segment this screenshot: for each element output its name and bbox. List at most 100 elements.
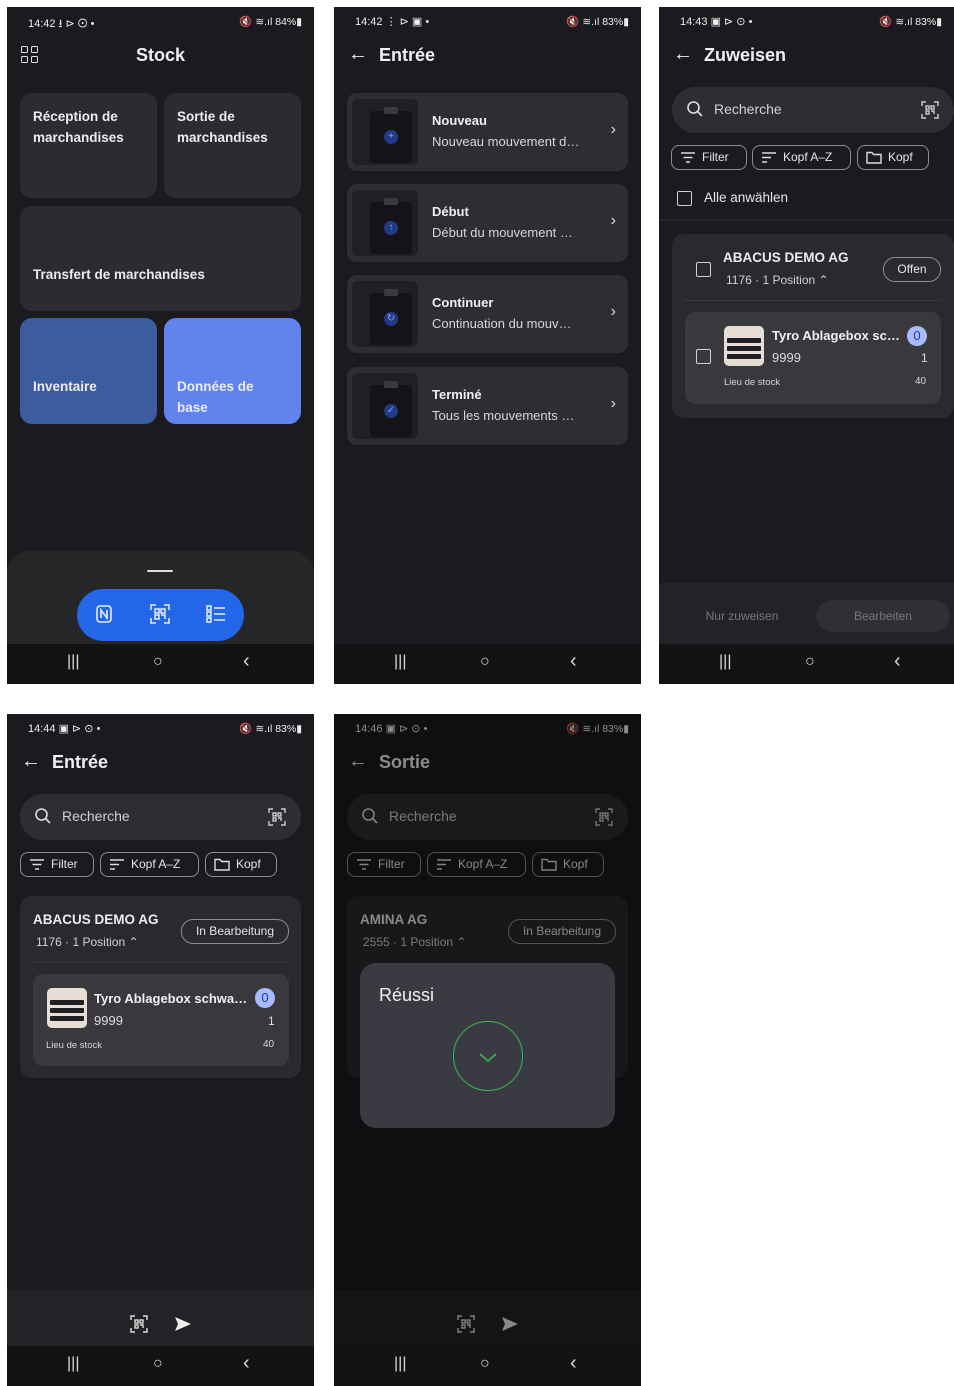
order-subtitle: 1176 · 1 Position ⌃	[36, 935, 139, 949]
back-nav-button[interactable]: ‹	[894, 650, 901, 673]
item-name: Tyro Ablagebox schwa…	[94, 991, 248, 1006]
home-button[interactable]: ○	[480, 1355, 490, 1373]
plus-icon: +	[384, 130, 398, 144]
item-row[interactable]: Tyro Ablagebox sc… 9999 0 1 Lieu de stoc…	[685, 312, 941, 404]
select-all-checkbox[interactable]	[677, 191, 692, 206]
chip-label: Kopf A–Z	[131, 857, 181, 871]
search-input[interactable]: Recherche	[20, 794, 301, 840]
menu-item-title: Continuer	[432, 295, 494, 310]
system-nav-bar: ||| ○ ‹	[7, 1346, 314, 1386]
back-nav-button[interactable]: ‹	[243, 650, 250, 673]
status-time: 14:42 ⋮ ⊳ ▣ •	[355, 16, 430, 28]
success-dialog: Réussi	[360, 963, 615, 1128]
tile-goods-receipt[interactable]: Réception de marchandises	[20, 93, 157, 198]
page-title: Entrée	[379, 45, 436, 65]
order-name: ABACUS DEMO AG	[33, 912, 159, 927]
menu-item-subtitle: Continuation du mouv…	[432, 316, 572, 331]
back-nav-button[interactable]: ‹	[243, 1352, 250, 1375]
send-icon[interactable]	[173, 1314, 193, 1334]
screen-stock: 14:42 ⭳ ⊳ ⊙ • 🔇 ≋.ıl 84%▮ Stock Réceptio…	[7, 7, 314, 684]
status-time: 14:44 ▣ ⊳ ⊙ •	[28, 723, 101, 735]
item-row[interactable]: Tyro Ablagebox schwa… 9999 0 1 Lieu de s…	[33, 974, 289, 1066]
chevron-right-icon: ›	[610, 395, 616, 412]
status-badge[interactable]: Offen	[883, 257, 941, 282]
search-placeholder: Recherche	[714, 101, 782, 117]
qr-scan-icon[interactable]	[149, 603, 171, 625]
home-button[interactable]: ○	[805, 653, 815, 671]
tile-label: Sortie de marchandises	[177, 109, 268, 145]
status-indicators: 🔇 ≋.ıl 83%▮	[239, 723, 302, 735]
status-time: 14:42 ⭳ ⊳ ⊙ •	[28, 18, 95, 30]
search-placeholder: Recherche	[62, 808, 130, 824]
menu-item-continue[interactable]: ↻ Continuer Continuation du mouv… ›	[347, 275, 628, 353]
qr-scan-icon[interactable]	[920, 100, 940, 120]
tile-goods-transfer[interactable]: Transfert de marchandises	[20, 206, 301, 311]
menu-item-title: Nouveau	[432, 113, 487, 128]
divider	[659, 219, 954, 221]
qr-scan-icon[interactable]	[267, 807, 287, 827]
nfc-icon[interactable]	[93, 603, 115, 625]
recents-button[interactable]: |||	[394, 653, 406, 671]
home-button[interactable]: ○	[480, 653, 490, 671]
app-bar: ← Entrée	[334, 37, 641, 77]
app-bar: ← Zuweisen	[659, 37, 954, 77]
status-badge[interactable]: In Bearbeitung	[181, 919, 289, 944]
recents-button[interactable]: |||	[719, 653, 731, 671]
tile-goods-issue[interactable]: Sortie de marchandises	[164, 93, 301, 198]
recents-button[interactable]: |||	[67, 1355, 79, 1373]
item-code: 9999	[94, 1013, 123, 1028]
menu-item-title: Terminé	[432, 387, 482, 402]
location-label: Lieu de stock	[724, 377, 780, 388]
back-arrow-icon[interactable]: ←	[348, 43, 368, 66]
back-nav-button[interactable]: ‹	[570, 1352, 577, 1375]
menu-item-subtitle: Début du mouvement …	[432, 225, 573, 240]
clipboard-icon: ↑	[352, 190, 418, 256]
menu-item-start[interactable]: ↑ Début Début du mouvement … ›	[347, 184, 628, 262]
filter-chip[interactable]: Filter	[20, 852, 94, 877]
edit-button[interactable]: Bearbeiten	[816, 600, 950, 632]
status-bar: 14:43 ▣ ⊳ ⊙ • 🔇 ≋.ıl 83%▮	[659, 7, 954, 37]
success-check-icon	[453, 1021, 523, 1091]
menu-item-new[interactable]: + Nouveau Nouveau mouvement d… ›	[347, 93, 628, 171]
tile-inventory[interactable]: Inventaire	[20, 318, 157, 424]
status-bar: 14:44 ▣ ⊳ ⊙ • 🔇 ≋.ıl 83%▮	[7, 714, 314, 744]
screen-zuweisen: 14:43 ▣ ⊳ ⊙ • 🔇 ≋.ıl 83%▮ ← Zuweisen Rec…	[659, 7, 954, 684]
search-input[interactable]: Recherche	[672, 87, 954, 133]
order-card[interactable]: ABACUS DEMO AG 1176 · 1 Position ⌃ Offen…	[672, 234, 954, 418]
qr-scan-icon[interactable]	[129, 1314, 149, 1334]
clipboard-icon: ↻	[352, 281, 418, 347]
chip-label: Kopf A–Z	[783, 150, 833, 164]
group-chip[interactable]: Kopf	[857, 145, 929, 170]
home-button[interactable]: ○	[153, 1355, 163, 1373]
drag-handle[interactable]	[147, 570, 173, 572]
list-icon[interactable]	[205, 603, 227, 625]
status-bar: 14:42 ⭳ ⊳ ⊙ • 🔇 ≋.ıl 84%▮	[7, 7, 314, 37]
back-nav-button[interactable]: ‹	[570, 650, 577, 673]
location-value: 40	[263, 1039, 275, 1050]
order-subtitle: 1176 · 1 Position ⌃	[726, 273, 829, 287]
menu-item-finished[interactable]: ✓ Terminé Tous les mouvements … ›	[347, 367, 628, 445]
search-icon	[35, 808, 51, 824]
screen-entree-menu: 14:42 ⋮ ⊳ ▣ • 🔇 ≋.ıl 83%▮ ← Entrée + Nou…	[334, 7, 641, 684]
status-indicators: 🔇 ≋.ıl 84%▮	[239, 16, 302, 28]
back-arrow-icon[interactable]: ←	[21, 750, 41, 773]
order-card[interactable]: ABACUS DEMO AG 1176 · 1 Position ⌃ In Be…	[20, 896, 301, 1078]
filter-chip[interactable]: Filter	[671, 145, 747, 170]
home-button[interactable]: ○	[153, 653, 163, 671]
page-title: Stock	[135, 45, 186, 65]
status-bar: 14:42 ⋮ ⊳ ▣ • 🔇 ≋.ıl 83%▮	[334, 7, 641, 37]
sort-chip[interactable]: Kopf A–Z	[100, 852, 199, 877]
folder-icon	[866, 151, 882, 164]
back-arrow-icon[interactable]: ←	[673, 43, 693, 66]
tile-label: Réception de marchandises	[33, 109, 124, 145]
recents-button[interactable]: |||	[394, 1355, 406, 1373]
tile-master-data[interactable]: Données de base	[164, 318, 301, 424]
assign-only-button[interactable]: Nur zuweisen	[677, 609, 807, 623]
group-chip[interactable]: Kopf	[205, 852, 277, 877]
item-checkbox[interactable]	[696, 349, 711, 364]
order-name: ABACUS DEMO AG	[723, 250, 849, 265]
sort-chip[interactable]: Kopf A–Z	[752, 145, 851, 170]
recents-button[interactable]: |||	[67, 653, 79, 671]
order-checkbox[interactable]	[696, 262, 711, 277]
chip-label: Kopf	[236, 857, 261, 871]
